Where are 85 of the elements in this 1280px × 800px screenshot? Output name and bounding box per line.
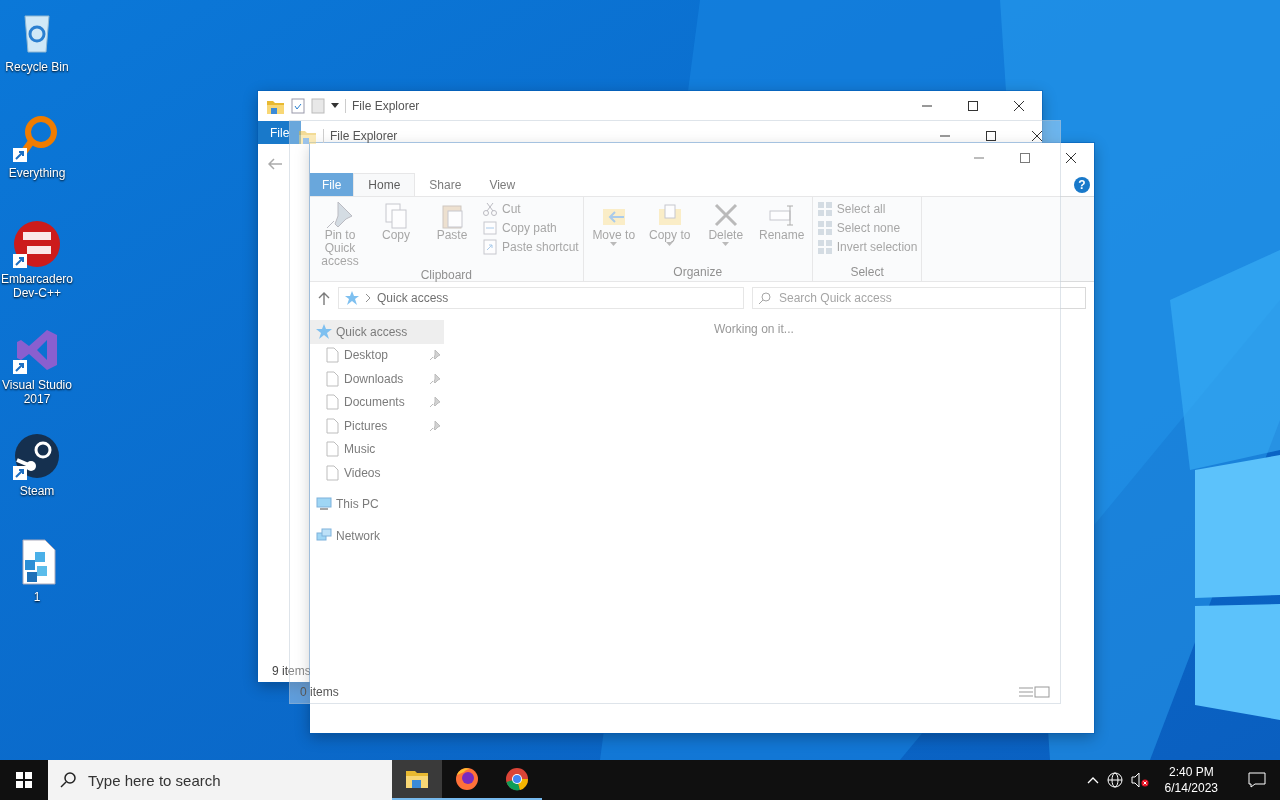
group-label: Clipboard	[420, 268, 473, 282]
ribbon-button[interactable]: Delete	[699, 199, 752, 265]
up-arrow-icon[interactable]	[318, 291, 330, 305]
browser-icon	[504, 766, 530, 792]
document-icon	[324, 394, 340, 411]
help-icon[interactable]: ?	[1074, 176, 1090, 193]
caret-icon[interactable]	[331, 103, 339, 109]
ribbon-button[interactable]: Pin to Quick access	[314, 199, 366, 268]
ribbon-button[interactable]: Copy	[370, 199, 422, 268]
taskbar-app[interactable]	[392, 760, 442, 800]
search-field[interactable]: Search Quick access	[752, 287, 1086, 309]
network-icon	[316, 527, 332, 544]
shortcut-arrow-icon	[13, 254, 27, 268]
window-title: File Explorer	[323, 129, 398, 143]
ribbon-button[interactable]: Move to	[587, 199, 640, 265]
star-icon	[345, 291, 359, 305]
search-icon	[759, 292, 771, 304]
clock-time[interactable]: 2:40 PM	[1168, 764, 1214, 780]
close-icon[interactable]	[1032, 131, 1042, 141]
ribbon-button[interactable]: Copy path	[482, 220, 579, 236]
status-text: 9 items	[271, 663, 312, 680]
ribbon-button[interactable]: Cut	[482, 201, 579, 217]
windows-logo-icon	[16, 772, 32, 788]
file-tab[interactable]: File	[258, 121, 302, 144]
window-title: File Explorer	[345, 99, 420, 113]
group-label: Select	[850, 265, 884, 281]
document-icon	[324, 441, 340, 458]
tiles-view-icon[interactable]	[1034, 686, 1050, 698]
document-icon	[324, 347, 340, 364]
document-icon	[324, 464, 340, 481]
notification-icon[interactable]	[1248, 772, 1266, 788]
app-icon[interactable]	[13, 220, 61, 268]
chevron-up-icon[interactable]	[1086, 776, 1099, 784]
close-icon[interactable]	[1066, 153, 1076, 163]
icon-label[interactable]: Visual Studio 2017	[0, 378, 74, 406]
ribbon-button[interactable]: Copy to	[643, 199, 696, 265]
nav-item[interactable]: Network	[310, 524, 444, 548]
nav-item[interactable]: Videos	[310, 461, 444, 485]
nav-item[interactable]: Pictures	[310, 414, 444, 438]
search-input[interactable]: Search Quick access	[777, 290, 1061, 306]
ribbon-button[interactable]: Paste	[426, 199, 478, 268]
browser-icon	[454, 766, 480, 792]
close-icon[interactable]	[1014, 101, 1024, 111]
app-icon[interactable]	[13, 432, 61, 480]
clock-date[interactable]: 6/14/2023	[1164, 780, 1218, 796]
ribbon-button[interactable]: Rename	[755, 199, 808, 265]
nav-item[interactable]: Music	[310, 437, 444, 461]
computer-icon	[316, 496, 332, 513]
nav-item[interactable]: Documents	[310, 390, 444, 414]
ribbon-button[interactable]: Invert selection	[816, 239, 918, 255]
document-icon	[324, 417, 340, 434]
ribbon-tab[interactable]: Home	[353, 173, 416, 196]
search-icon	[60, 772, 76, 788]
file-tab[interactable]: File	[310, 173, 354, 196]
address-bar[interactable]: Quick access	[338, 287, 744, 309]
icon-label[interactable]: Steam	[0, 484, 74, 498]
ribbon-button[interactable]: Select none	[816, 220, 918, 236]
globe-icon[interactable]	[1106, 772, 1123, 788]
search-field[interactable]: Type here to search	[48, 760, 392, 800]
loading-text: Working on it...	[714, 322, 794, 336]
icon-label[interactable]: Everything	[0, 166, 74, 180]
status-text: 0 items	[300, 685, 339, 699]
maximize-icon[interactable]	[986, 131, 996, 141]
ribbon-button[interactable]: Paste shortcut	[482, 239, 579, 255]
shortcut-arrow-icon	[13, 466, 27, 480]
nav-item[interactable]: Desktop	[310, 343, 444, 367]
chevron-icon	[365, 294, 371, 302]
document-icon	[324, 370, 340, 387]
volume-muted-icon[interactable]	[1130, 772, 1149, 788]
search-input[interactable]: Type here to search	[86, 770, 370, 790]
maximize-icon[interactable]	[968, 101, 978, 111]
nav-item[interactable]: This PC	[310, 492, 444, 516]
shortcut-arrow-icon	[13, 148, 27, 162]
nav-item[interactable]: Quick access	[310, 320, 444, 344]
star-icon	[316, 323, 332, 340]
ribbon-tab[interactable]: View	[475, 173, 530, 196]
icon-label[interactable]: 1	[0, 590, 74, 604]
shortcut-arrow-icon	[13, 360, 27, 374]
group-label: Organize	[673, 265, 723, 281]
ribbon-tab[interactable]: Share	[415, 173, 476, 196]
properties-icon[interactable]	[291, 98, 305, 114]
nav-item[interactable]: Downloads	[310, 367, 444, 391]
icon-label[interactable]: Recycle Bin	[0, 60, 74, 74]
ribbon-button[interactable]: Select all	[816, 201, 918, 217]
icon-label[interactable]: Embarcadero Dev-C++	[0, 272, 74, 300]
